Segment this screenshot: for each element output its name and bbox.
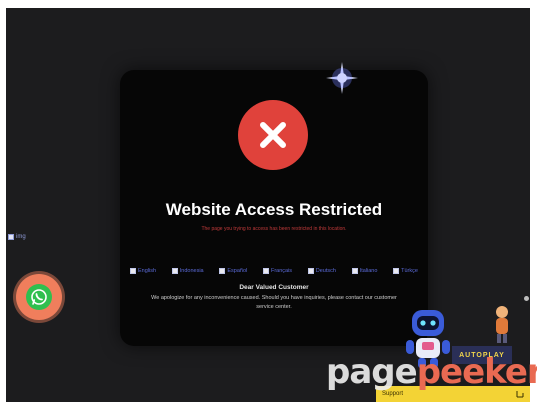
language-link[interactable]: Türkçe (393, 268, 418, 274)
language-list: English Indonesia Español Français Deuts… (130, 268, 418, 274)
modal-subtitle: The page you trying to access has been r… (201, 226, 347, 232)
language-link[interactable]: Italiano (351, 268, 377, 274)
pagepeeker-watermark: pagepeeker (326, 352, 537, 392)
greeting-text: Dear Valued Customer (239, 284, 309, 291)
page-backdrop: Website Access Restricted The page you t… (6, 8, 530, 402)
flag-icon (219, 268, 226, 274)
modal-title: Website Access Restricted (165, 200, 383, 219)
language-link[interactable]: English (130, 268, 156, 274)
sparkle-icon (326, 62, 358, 94)
language-link[interactable]: Español (219, 268, 247, 274)
flag-icon (130, 268, 136, 274)
language-link[interactable]: Deutsch (307, 268, 336, 274)
language-link[interactable]: Indonesia (171, 268, 204, 274)
language-link[interactable]: Français (262, 268, 292, 274)
whatsapp-button[interactable] (16, 274, 62, 320)
broken-image: img (8, 234, 26, 240)
broken-image-icon (8, 234, 14, 240)
mascot-icon (496, 306, 508, 343)
apology-message: We apologize for any inconvenience cause… (151, 295, 397, 310)
close-x-icon (238, 100, 308, 170)
flag-icon (393, 268, 400, 274)
flag-icon (307, 268, 314, 274)
indicator-dot (524, 296, 529, 301)
flag-icon (262, 268, 269, 274)
whatsapp-icon (26, 284, 52, 310)
flag-icon (351, 268, 358, 274)
access-restricted-modal: Website Access Restricted The page you t… (120, 70, 428, 346)
flag-icon (171, 268, 178, 274)
